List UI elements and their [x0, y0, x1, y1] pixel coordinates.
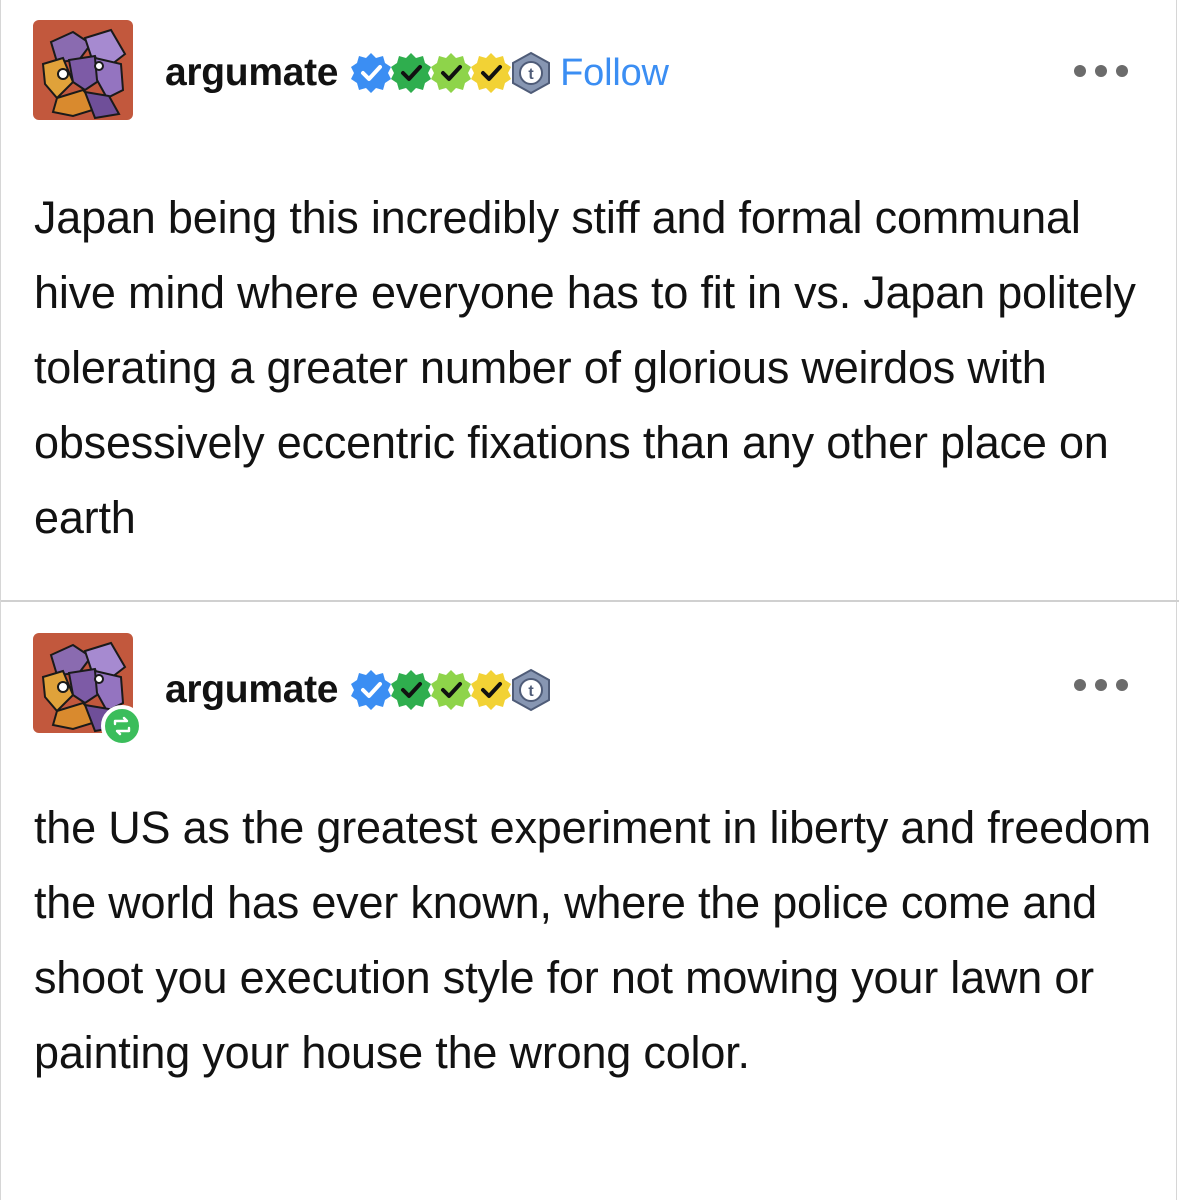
more-options-icon[interactable]	[1074, 64, 1128, 78]
follow-button[interactable]: Follow	[560, 52, 669, 95]
post-body: the US as the greatest experiment in lib…	[34, 802, 1151, 1078]
post-thread: argumate t Follow Japan being this incre…	[0, 0, 1179, 1200]
post-header: argumate	[165, 43, 669, 103]
badge-row: t	[348, 667, 551, 713]
badge-row: t	[348, 50, 551, 96]
username[interactable]: argumate	[165, 51, 338, 95]
tumblr-t-icon[interactable]: t	[508, 667, 554, 713]
username[interactable]: argumate	[165, 668, 338, 712]
tumblr-t-icon[interactable]: t	[508, 50, 554, 96]
post-header: argumate	[165, 660, 551, 720]
more-options-icon[interactable]	[1074, 678, 1128, 692]
avatar[interactable]	[33, 20, 133, 120]
post: argumate	[1, 0, 1179, 600]
reblog-icon	[101, 705, 143, 747]
svg-text:t: t	[529, 683, 535, 700]
post-body: Japan being this incredibly stiff and fo…	[34, 192, 1136, 543]
svg-text:t: t	[529, 66, 535, 83]
post: argumate	[1, 600, 1179, 1200]
